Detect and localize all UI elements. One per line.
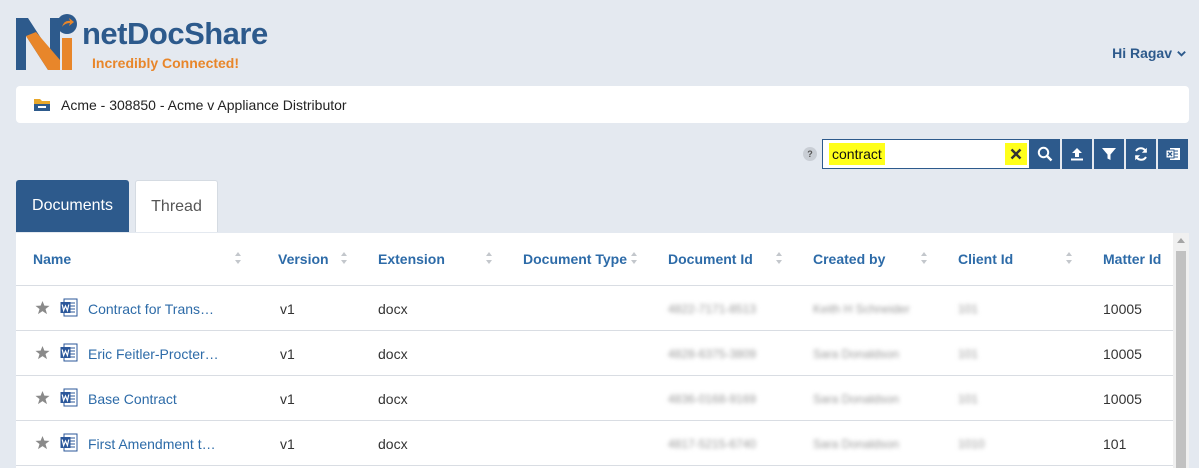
excel-icon xyxy=(1165,148,1180,160)
document-name-link[interactable]: First Amendment t… xyxy=(88,421,216,466)
column-header-name[interactable]: Name xyxy=(33,233,71,285)
scroll-up-arrow[interactable] xyxy=(1177,238,1185,243)
column-header-document-type[interactable]: Document Type xyxy=(523,233,627,285)
word-document-icon xyxy=(60,343,78,362)
breadcrumb: Acme - 308850 - Acme v Appliance Distrib… xyxy=(16,86,1189,123)
column-header-version[interactable]: Version xyxy=(278,233,329,285)
document-created-by: Sara Donaldson xyxy=(813,346,900,361)
document-client-id: 101 xyxy=(958,391,979,406)
document-matter-id: 10005 xyxy=(1103,345,1142,362)
scroll-thumb[interactable] xyxy=(1176,251,1186,468)
column-header-matter-id[interactable]: Matter Id xyxy=(1103,233,1161,285)
document-created-by: Keith H Schneider xyxy=(813,301,910,316)
sort-icon[interactable] xyxy=(775,251,783,265)
star-icon[interactable] xyxy=(35,345,50,360)
clear-search-button[interactable] xyxy=(1005,143,1027,165)
word-document-icon xyxy=(60,433,78,452)
table-scrollbar[interactable] xyxy=(1173,233,1189,468)
document-matter-id: 10005 xyxy=(1103,390,1142,407)
chevron-down-icon xyxy=(1177,50,1186,57)
brand-tagline: Incredibly Connected! xyxy=(92,55,240,71)
document-id: 4828-6375-3809 xyxy=(668,346,757,361)
word-document-icon xyxy=(60,388,78,407)
document-id: 4822-7171-8513 xyxy=(668,301,757,316)
search-value: contract xyxy=(829,143,885,165)
document-created-by: Sara Donaldson xyxy=(813,436,900,451)
table-row[interactable]: Contract for Trans… v1 docx 4822-7171-85… xyxy=(16,286,1173,331)
sort-icon[interactable] xyxy=(340,251,348,265)
column-header-document-id[interactable]: Document Id xyxy=(668,233,753,285)
user-menu[interactable]: Hi Ragav xyxy=(1112,45,1187,61)
sort-icon[interactable] xyxy=(630,251,638,265)
tab-thread[interactable]: Thread xyxy=(135,180,218,232)
document-version: v1 xyxy=(280,435,295,452)
document-version: v1 xyxy=(280,300,295,317)
document-name-link[interactable]: Contract for Trans… xyxy=(88,286,214,331)
document-version: v1 xyxy=(280,390,295,407)
document-client-id: 101 xyxy=(958,346,979,361)
word-document-icon xyxy=(60,298,78,317)
sort-icon[interactable] xyxy=(234,251,242,265)
brand-name: netDocShare xyxy=(82,16,268,51)
star-icon[interactable] xyxy=(35,390,50,405)
sort-icon[interactable] xyxy=(1065,251,1073,265)
upload-icon xyxy=(1071,148,1083,161)
search-icon xyxy=(1037,146,1053,162)
search-input[interactable]: contract xyxy=(822,139,1030,169)
netdocshare-logo-icon xyxy=(16,14,77,70)
column-header-extension[interactable]: Extension xyxy=(378,233,445,285)
filter-button[interactable] xyxy=(1094,139,1124,169)
refresh-icon xyxy=(1135,147,1147,161)
documents-table: Name Version Extension Document Type Doc… xyxy=(16,233,1189,468)
document-matter-id: 10005 xyxy=(1103,300,1142,317)
document-extension: docx xyxy=(378,345,408,362)
document-extension: docx xyxy=(378,390,408,407)
document-id: 4817-5215-6740 xyxy=(668,436,757,451)
refresh-button[interactable] xyxy=(1126,139,1156,169)
column-header-created-by[interactable]: Created by xyxy=(813,233,885,285)
brand-logo: netDocShare Incredibly Connected! xyxy=(14,12,268,74)
star-icon[interactable] xyxy=(35,300,50,315)
sort-icon[interactable] xyxy=(485,251,493,265)
document-matter-id: 101 xyxy=(1103,435,1127,452)
table-row[interactable]: Eric Feitler-Procter… v1 docx 4828-6375-… xyxy=(16,331,1173,376)
table-row[interactable]: Base Contract v1 docx 4836-0168-9169 Sar… xyxy=(16,376,1173,421)
column-header-client-id[interactable]: Client Id xyxy=(958,233,1013,285)
document-name-link[interactable]: Base Contract xyxy=(88,376,177,421)
document-name-link[interactable]: Eric Feitler-Procter… xyxy=(88,331,219,376)
tab-documents[interactable]: Documents xyxy=(16,180,129,232)
search-button[interactable] xyxy=(1030,139,1060,169)
document-client-id: 1010 xyxy=(958,436,985,451)
breadcrumb-path: Acme - 308850 - Acme v Appliance Distrib… xyxy=(61,96,347,113)
star-icon[interactable] xyxy=(35,435,50,450)
document-extension: docx xyxy=(378,300,408,317)
filter-icon xyxy=(1102,148,1116,160)
upload-button[interactable] xyxy=(1062,139,1092,169)
document-extension: docx xyxy=(378,435,408,452)
table-row[interactable]: First Amendment t… v1 docx 4817-5215-674… xyxy=(16,421,1173,466)
close-icon xyxy=(1010,148,1022,160)
sort-icon[interactable] xyxy=(920,251,928,265)
folder-icon xyxy=(34,98,50,111)
document-version: v1 xyxy=(280,345,295,362)
help-icon[interactable]: ? xyxy=(803,147,817,161)
document-client-id: 101 xyxy=(958,301,979,316)
document-id: 4836-0168-9169 xyxy=(668,391,757,406)
export-excel-button[interactable] xyxy=(1158,139,1188,169)
document-created-by: Sara Donaldson xyxy=(813,391,900,406)
user-greeting: Hi Ragav xyxy=(1112,45,1172,61)
